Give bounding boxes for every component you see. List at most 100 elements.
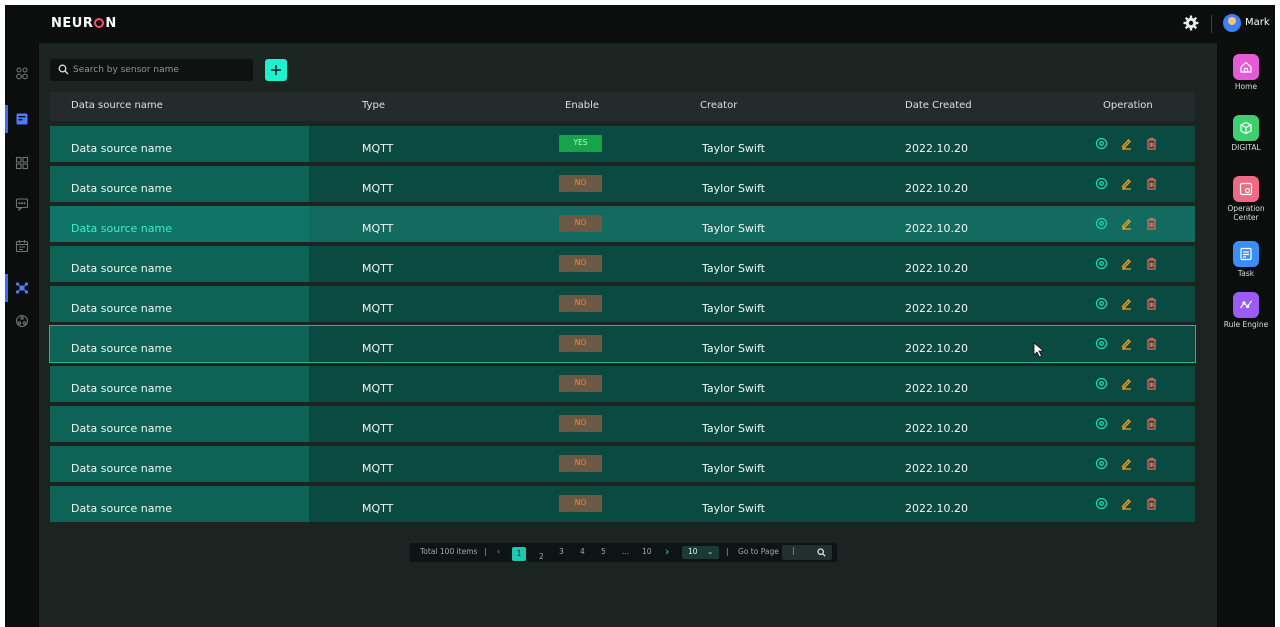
table-row[interactable]: Data source name MQTT NO Taylor Swift 2022.1… — [50, 366, 1195, 402]
prev-page-button[interactable]: ‹ — [497, 547, 500, 556]
edit-icon[interactable] — [1120, 417, 1133, 430]
edit-icon[interactable] — [1120, 377, 1133, 390]
delete-icon[interactable] — [1145, 297, 1158, 310]
app-operation-center[interactable]: Operation Center — [1217, 176, 1275, 222]
view-icon[interactable] — [1095, 497, 1108, 510]
enable-badge[interactable]: NO — [559, 335, 602, 352]
delete-icon[interactable] — [1145, 137, 1158, 150]
delete-icon[interactable] — [1145, 257, 1158, 270]
delete-icon[interactable] — [1145, 417, 1158, 430]
view-icon[interactable] — [1095, 177, 1108, 190]
app-logo[interactable]: NEUR N — [51, 16, 117, 31]
sidebar-item-dashboard[interactable] — [12, 153, 32, 173]
type-cell: MQTT — [362, 422, 394, 435]
edit-icon[interactable] — [1120, 217, 1133, 230]
data-source-name[interactable]: Data source name — [71, 422, 172, 435]
sidebar-item-sensors[interactable] — [5, 274, 32, 302]
table-row[interactable]: Data source name MQTT NO Taylor Swift 2022.1… — [50, 446, 1195, 482]
edit-icon[interactable] — [1120, 497, 1133, 510]
delete-icon[interactable] — [1145, 457, 1158, 470]
app-rule-engine[interactable]: Rule Engine — [1217, 292, 1275, 329]
avatar[interactable] — [1223, 14, 1241, 32]
table-row[interactable]: Data source name MQTT NO Taylor Swift 2022.1… — [50, 406, 1195, 442]
edit-icon[interactable] — [1120, 177, 1133, 190]
search-input[interactable] — [73, 62, 248, 78]
sidebar-item-calendar[interactable] — [12, 236, 32, 256]
table-row[interactable]: Data source name MQTT NO Taylor Swift 2022.1… — [50, 246, 1195, 282]
date-cell: 2022.10.20 — [905, 462, 968, 475]
page-button[interactable]: 10 — [642, 547, 652, 556]
delete-icon[interactable] — [1145, 217, 1158, 230]
edit-icon[interactable] — [1120, 137, 1133, 150]
app-home[interactable]: Home — [1217, 54, 1275, 91]
page-button[interactable]: 4 — [580, 547, 585, 556]
data-source-name[interactable]: Data source name — [71, 262, 172, 275]
table-row[interactable]: Data source name MQTT NO Taylor Swift 2022.1… — [50, 166, 1195, 202]
enable-badge[interactable]: NO — [559, 375, 602, 392]
app-digital[interactable]: DIGITAL — [1217, 115, 1275, 152]
type-cell: MQTT — [362, 142, 394, 155]
view-icon[interactable] — [1095, 337, 1108, 350]
sidebar-item-network[interactable] — [12, 311, 32, 331]
molecule-icon — [15, 282, 29, 294]
column-header: Date Created — [905, 100, 972, 111]
page-button[interactable]: 5 — [601, 547, 606, 556]
date-cell: 2022.10.20 — [905, 382, 968, 395]
edit-icon[interactable] — [1120, 457, 1133, 470]
page-button[interactable]: 2 — [539, 552, 544, 561]
table-row[interactable]: Data source name MQTT YES Taylor Swift 2022.… — [50, 126, 1195, 162]
enable-badge[interactable]: NO — [559, 175, 602, 192]
view-icon[interactable] — [1095, 137, 1108, 150]
edit-icon[interactable] — [1120, 297, 1133, 310]
edit-icon[interactable] — [1120, 257, 1133, 270]
view-icon[interactable] — [1095, 417, 1108, 430]
date-cell: 2022.10.20 — [905, 142, 968, 155]
enable-badge[interactable]: NO — [559, 415, 602, 432]
enable-badge[interactable]: NO — [559, 255, 602, 272]
data-source-name[interactable]: Data source name — [71, 342, 172, 355]
enable-badge[interactable]: NO — [559, 215, 602, 232]
view-icon[interactable] — [1095, 257, 1108, 270]
table-row[interactable]: Data source name MQTT NO Taylor Swift 2022.1… — [50, 206, 1195, 242]
enable-badge[interactable]: NO — [559, 495, 602, 512]
view-icon[interactable] — [1095, 217, 1108, 230]
app-task[interactable]: Task — [1217, 241, 1275, 278]
next-page-button[interactable]: › — [665, 545, 669, 558]
goto-page-input[interactable]: | — [782, 545, 832, 560]
user-name[interactable]: Mark — [1245, 17, 1270, 28]
data-source-name[interactable]: Data source name — [71, 502, 172, 515]
enable-badge[interactable]: NO — [559, 455, 602, 472]
sidebar-item-messages[interactable] — [12, 194, 32, 214]
view-icon[interactable] — [1095, 457, 1108, 470]
table-row[interactable]: Data source name MQTT NO Taylor Swift 2022.1… — [49, 325, 1196, 363]
enable-badge[interactable]: YES — [559, 135, 602, 152]
table-row[interactable]: Data source name MQTT NO Taylor Swift 2022.1… — [50, 486, 1195, 522]
view-icon[interactable] — [1095, 377, 1108, 390]
type-cell: MQTT — [362, 302, 394, 315]
delete-icon[interactable] — [1145, 497, 1158, 510]
enable-badge[interactable]: NO — [559, 295, 602, 312]
table-row[interactable]: Data source name MQTT NO Taylor Swift 2022.1… — [50, 286, 1195, 322]
sidebar-item-documents[interactable] — [5, 105, 32, 133]
page-button[interactable]: 3 — [559, 547, 564, 556]
view-icon[interactable] — [1095, 297, 1108, 310]
delete-icon[interactable] — [1145, 377, 1158, 390]
edit-icon[interactable] — [1120, 337, 1133, 350]
data-source-name[interactable]: Data source name — [71, 382, 172, 395]
type-cell: MQTT — [362, 502, 394, 515]
delete-icon[interactable] — [1145, 177, 1158, 190]
row-operations — [1093, 217, 1163, 231]
creator-cell: Taylor Swift — [702, 182, 765, 195]
gear-icon[interactable] — [1183, 15, 1199, 31]
data-source-name[interactable]: Data source name — [71, 462, 172, 475]
right-sidebar: Home DIGITAL Operation Center Task Rule … — [1217, 43, 1275, 627]
data-source-name[interactable]: Data source name — [71, 182, 172, 195]
add-data-source-button[interactable] — [265, 59, 287, 81]
page-button-active[interactable]: 1 — [512, 547, 526, 561]
data-source-name[interactable]: Data source name — [71, 222, 172, 235]
data-source-name[interactable]: Data source name — [71, 302, 172, 315]
delete-icon[interactable] — [1145, 337, 1158, 350]
sidebar-item-users[interactable] — [12, 63, 32, 83]
page-size-select[interactable]: 10 ⌄ — [682, 546, 719, 559]
data-source-name[interactable]: Data source name — [71, 142, 172, 155]
